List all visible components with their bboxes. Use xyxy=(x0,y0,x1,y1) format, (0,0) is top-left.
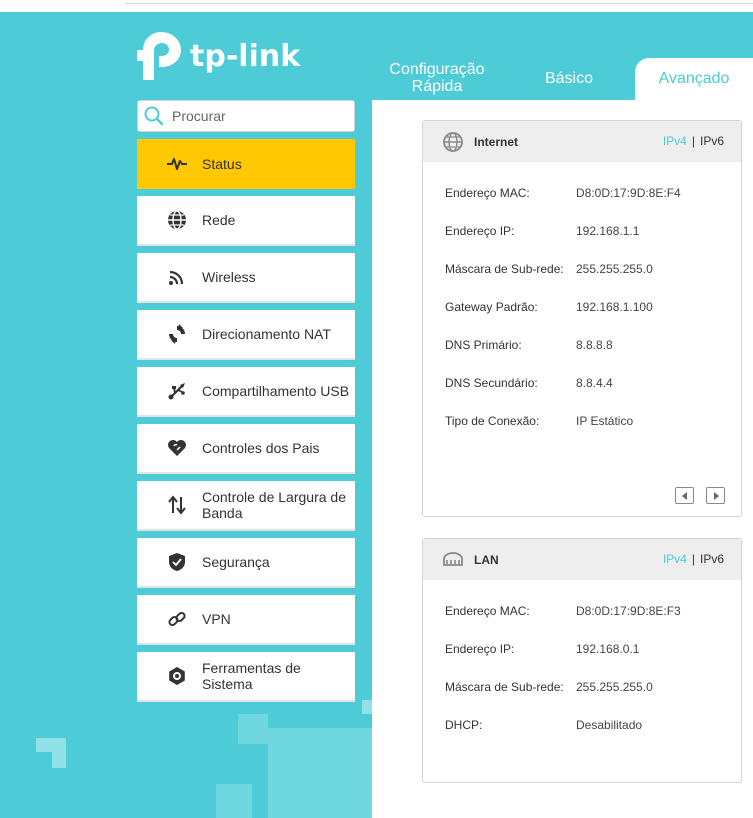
chevron-right-icon xyxy=(713,491,719,500)
pulse-icon xyxy=(166,153,188,175)
mac-address-value: D8:0D:17:9D:8E:F4 xyxy=(576,186,681,200)
lan-subnet-mask-label: Máscara de Sub-rede: xyxy=(445,680,564,694)
lan-subnet-mask-value: 255.255.255.0 xyxy=(576,680,653,694)
default-gateway-value: 192.168.1.100 xyxy=(576,300,653,314)
sidebar-item-status[interactable]: Status xyxy=(137,139,355,189)
lan-card: LAN IPv4 | IPv6 Endereço MAC: D8:0D:17:9D:… xyxy=(422,538,742,783)
lan-mac-address-value: D8:0D:17:9D:8E:F3 xyxy=(576,604,681,618)
tab-quick-setup[interactable]: Configuração Rápida xyxy=(378,61,496,95)
secondary-dns-label: DNS Secundário: xyxy=(445,376,538,390)
sidebar-item-usb-sharing[interactable]: Compartilhamento USB xyxy=(137,367,355,417)
search-box xyxy=(137,100,355,132)
link-icon xyxy=(166,608,188,630)
subnet-mask-value: 255.255.255.0 xyxy=(576,262,653,276)
connection-type-value: IP Estático xyxy=(576,414,634,428)
shield-icon xyxy=(166,551,188,573)
sidebar-item-label: Direcionamento NAT xyxy=(202,326,331,342)
ipv6-toggle[interactable]: IPv6 xyxy=(700,134,724,148)
previous-page-button[interactable] xyxy=(675,487,694,504)
router-admin-page: tp-link Configuração Rápida Básico Avanç… xyxy=(0,0,753,818)
updown-arrows-icon xyxy=(166,494,188,516)
tp-link-logo: tp-link xyxy=(137,30,300,82)
sidebar-item-nat-forwarding[interactable]: Direcionamento NAT xyxy=(137,310,355,360)
connection-type-label: Tipo de Conexão: xyxy=(445,414,540,428)
nat-icon xyxy=(166,323,188,345)
sidebar-item-parental-controls[interactable]: Controles dos Pais xyxy=(137,424,355,474)
gear-icon xyxy=(166,665,188,687)
lan-ip-address-value: 192.168.0.1 xyxy=(576,642,640,656)
internet-card-header: Internet IPv4 | IPv6 xyxy=(423,121,741,162)
primary-dns-label: DNS Primário: xyxy=(445,338,522,352)
ipv4-toggle[interactable]: IPv4 xyxy=(663,552,687,566)
sidebar-item-system-tools[interactable]: Ferramentas de Sistema xyxy=(137,652,355,702)
chevron-left-icon xyxy=(681,491,687,500)
sidebar-item-label: Controle de Largura de Banda xyxy=(202,489,346,521)
dhcp-value: Desabilitado xyxy=(576,718,643,732)
ip-version-selector: IPv4 | IPv6 xyxy=(663,552,724,566)
tab-advanced[interactable]: Avançado xyxy=(635,58,753,100)
sidebar-item-label: Rede xyxy=(202,212,236,228)
sidebar-item-label: Compartilhamento USB xyxy=(202,383,350,399)
sidebar-item-label: Status xyxy=(202,156,242,172)
sidebar-item-vpn[interactable]: VPN xyxy=(137,595,355,645)
sidebar-item-bandwidth-control[interactable]: Controle de Largura de Banda xyxy=(137,481,355,531)
default-gateway-label: Gateway Padrão: xyxy=(445,300,538,314)
ip-version-separator: | xyxy=(691,134,695,148)
sidebar-item-label: VPN xyxy=(202,611,231,627)
mac-address-label: Endereço MAC: xyxy=(445,186,530,200)
sidebar-item-label: Ferramentas de Sistema xyxy=(202,660,301,692)
sidebar-item-label: Controles dos Pais xyxy=(202,440,320,456)
primary-dns-value: 8.8.8.8 xyxy=(576,338,613,352)
subnet-mask-label: Máscara de Sub-rede: xyxy=(445,262,564,276)
wifi-icon xyxy=(166,266,188,288)
tab-basic[interactable]: Básico xyxy=(520,70,618,87)
tp-link-logo-icon xyxy=(137,32,181,80)
search-input[interactable] xyxy=(172,108,342,124)
brand-name: tp-link xyxy=(190,38,301,74)
decorative-squares xyxy=(36,700,372,818)
dhcp-label: DHCP: xyxy=(445,718,483,732)
browser-top-strip xyxy=(0,0,753,10)
lan-ip-address-label: Endereço IP: xyxy=(445,642,515,656)
globe-icon xyxy=(443,131,463,152)
ipv4-toggle[interactable]: IPv4 xyxy=(663,134,687,148)
sidebar-item-wireless[interactable]: Wireless xyxy=(137,253,355,303)
heart-icon xyxy=(166,437,188,459)
sidebar-item-label: Segurança xyxy=(202,554,270,570)
internet-card: Internet IPv4 | IPv6 Endereço MAC: D8:0D:1… xyxy=(422,120,742,517)
ip-address-value: 192.168.1.1 xyxy=(576,224,640,238)
secondary-dns-value: 8.8.4.4 xyxy=(576,376,613,390)
sidebar-item-security[interactable]: Segurança xyxy=(137,538,355,588)
lan-card-title: LAN xyxy=(474,552,499,567)
search-icon[interactable] xyxy=(144,106,164,126)
ip-version-separator: | xyxy=(691,552,695,566)
lan-mac-address-label: Endereço MAC: xyxy=(445,604,530,618)
ip-address-label: Endereço IP: xyxy=(445,224,515,238)
usb-icon xyxy=(166,380,188,402)
next-page-button[interactable] xyxy=(706,487,725,504)
sidebar-item-label: Wireless xyxy=(202,269,256,285)
lan-card-header: LAN IPv4 | IPv6 xyxy=(423,539,741,580)
ip-version-selector: IPv4 | IPv6 xyxy=(663,134,724,148)
ipv6-toggle[interactable]: IPv6 xyxy=(700,552,724,566)
globe-icon xyxy=(166,209,188,231)
lan-switch-icon xyxy=(443,551,463,566)
address-bar-edge xyxy=(125,0,753,4)
internet-card-title: Internet xyxy=(474,134,519,149)
sidebar-item-network[interactable]: Rede xyxy=(137,196,355,246)
